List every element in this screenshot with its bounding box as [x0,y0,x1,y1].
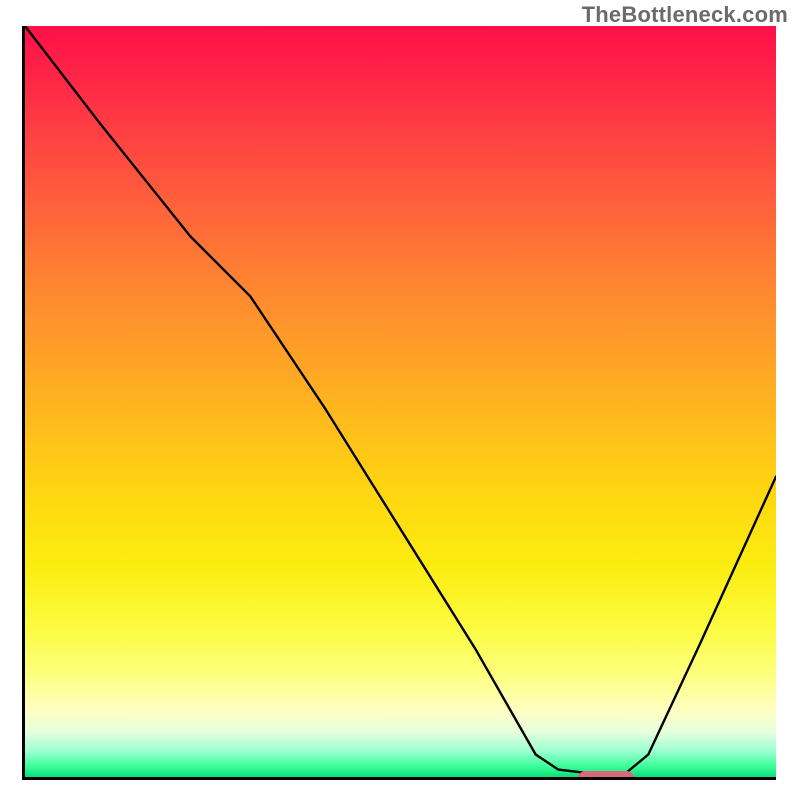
optimum-marker [577,771,635,780]
chart-area [22,26,776,780]
watermark-text: TheBottleneck.com [582,2,788,28]
bottleneck-line [25,26,776,777]
bottleneck-line-path [25,26,776,773]
